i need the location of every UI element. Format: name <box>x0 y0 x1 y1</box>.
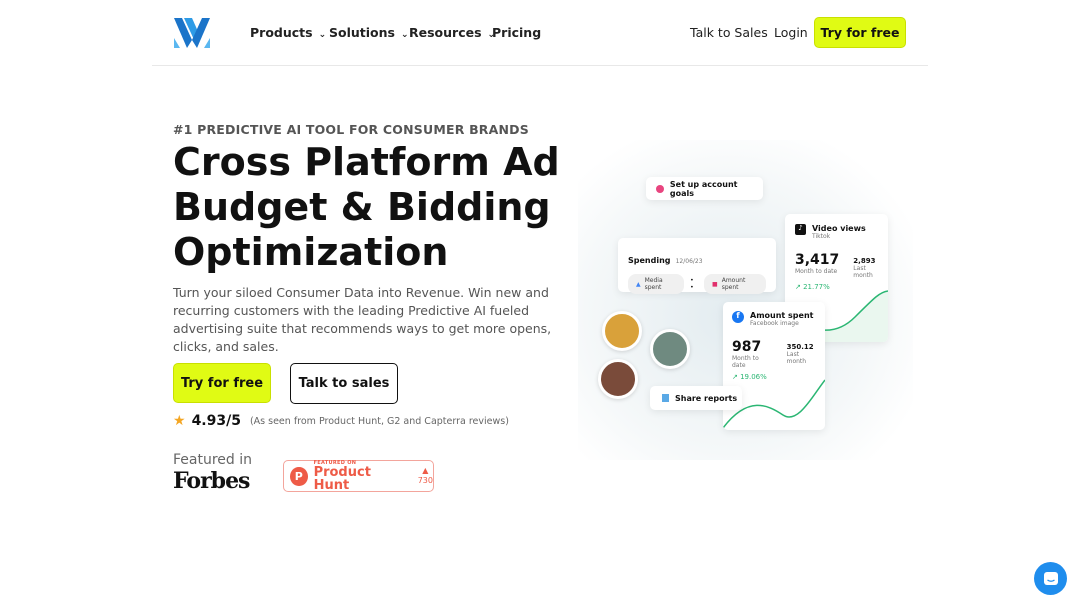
ph-name: Product Hunt <box>313 465 371 493</box>
spending-date: 12/06/23 <box>675 258 703 265</box>
nav-solutions[interactable]: Solutions ⌄ <box>329 25 409 40</box>
top-nav: Products ⌄ Solutions ⌄ Resources ⌄ Pricing … <box>152 0 928 66</box>
forbes-logo: Forbes <box>173 468 250 494</box>
google-ads-icon: ▲ <box>636 280 641 288</box>
ph-votes: 730 <box>417 476 433 485</box>
facebook-icon: f <box>732 311 744 323</box>
try-free-button[interactable]: Try for free <box>173 363 271 403</box>
amount-title: Amount spent <box>750 311 814 320</box>
hero-subtitle: Turn your siloed Consumer Data into Reve… <box>173 285 552 354</box>
rating: ★ 4.93/5 (As seen from Product Hunt, G2 … <box>173 413 509 429</box>
nav-products[interactable]: Products ⌄ <box>250 25 326 40</box>
star-icon: ★ <box>173 413 186 429</box>
share-reports-card: Share reports <box>650 386 742 410</box>
report-icon <box>662 394 669 402</box>
goals-card: Set up account goals <box>646 177 763 200</box>
nav-label: Products <box>250 25 313 40</box>
login-link[interactable]: Login <box>774 25 808 40</box>
rating-score: 4.93/5 <box>191 413 241 429</box>
logo-icon[interactable] <box>174 18 210 48</box>
product-hunt-badge[interactable]: P FEATURED ON Product Hunt ▲ 730 <box>283 460 434 492</box>
amount-spent-card: f Amount spent Facebook image 987 Month to … <box>723 302 825 430</box>
instagram-icon: ■ <box>712 280 718 288</box>
spending-title: Spending <box>628 256 671 265</box>
plus-icon: • • <box>690 277 694 291</box>
avatar <box>650 329 690 369</box>
talk-to-sales-button[interactable]: Talk to sales <box>290 363 398 404</box>
nav-resources[interactable]: Resources ⌄ <box>409 25 495 40</box>
chat-icon <box>1043 571 1058 585</box>
upvote-icon: ▲ <box>422 466 429 475</box>
goals-label: Set up account goals <box>669 179 738 198</box>
page-title: Cross Platform Ad Budget & Bidding Optim… <box>173 140 560 274</box>
amount-platform: Facebook image <box>750 320 799 327</box>
video-platform: Tiktok <box>812 233 831 240</box>
spending-card: Spending 12/06/23 ▲ Media spent • • ■ Amou… <box>618 238 776 294</box>
avatar <box>598 359 638 399</box>
video-title: Video views <box>812 224 866 233</box>
chat-launcher-button[interactable] <box>1034 562 1067 595</box>
product-hunt-icon: P <box>290 466 308 486</box>
talk-to-sales-link[interactable]: Talk to Sales <box>690 25 768 40</box>
rating-note: (As seen from Product Hunt, G2 and Capte… <box>249 415 509 427</box>
amount-spent-pill: ■ Amount spent <box>704 274 766 294</box>
chevron-down-icon: ⌄ <box>318 30 327 40</box>
video-value: 3,417 <box>795 252 840 268</box>
eyebrow: #1 PREDICTIVE AI TOOL FOR CONSUMER BRAND… <box>173 122 529 137</box>
target-icon <box>656 184 664 193</box>
video-last: 2,893 <box>853 257 876 265</box>
amount-last: 350.12 <box>786 343 814 351</box>
hero-illustration: Set up account goals Spending 12/06/23 ▲… <box>578 140 913 460</box>
nav-label: Resources <box>409 25 482 40</box>
featured-in-label: Featured in <box>173 452 253 468</box>
nav-label: Solutions <box>329 25 395 40</box>
chevron-down-icon: ⌄ <box>400 30 409 40</box>
media-spent-pill: ▲ Media spent <box>628 274 685 294</box>
tiktok-icon: ♪ <box>795 224 806 235</box>
try-free-nav-button[interactable]: Try for free <box>814 17 906 48</box>
amount-value: 987 <box>732 339 762 355</box>
nav-pricing[interactable]: Pricing <box>492 25 541 40</box>
share-label: Share reports <box>675 393 738 403</box>
avatar <box>602 311 642 351</box>
